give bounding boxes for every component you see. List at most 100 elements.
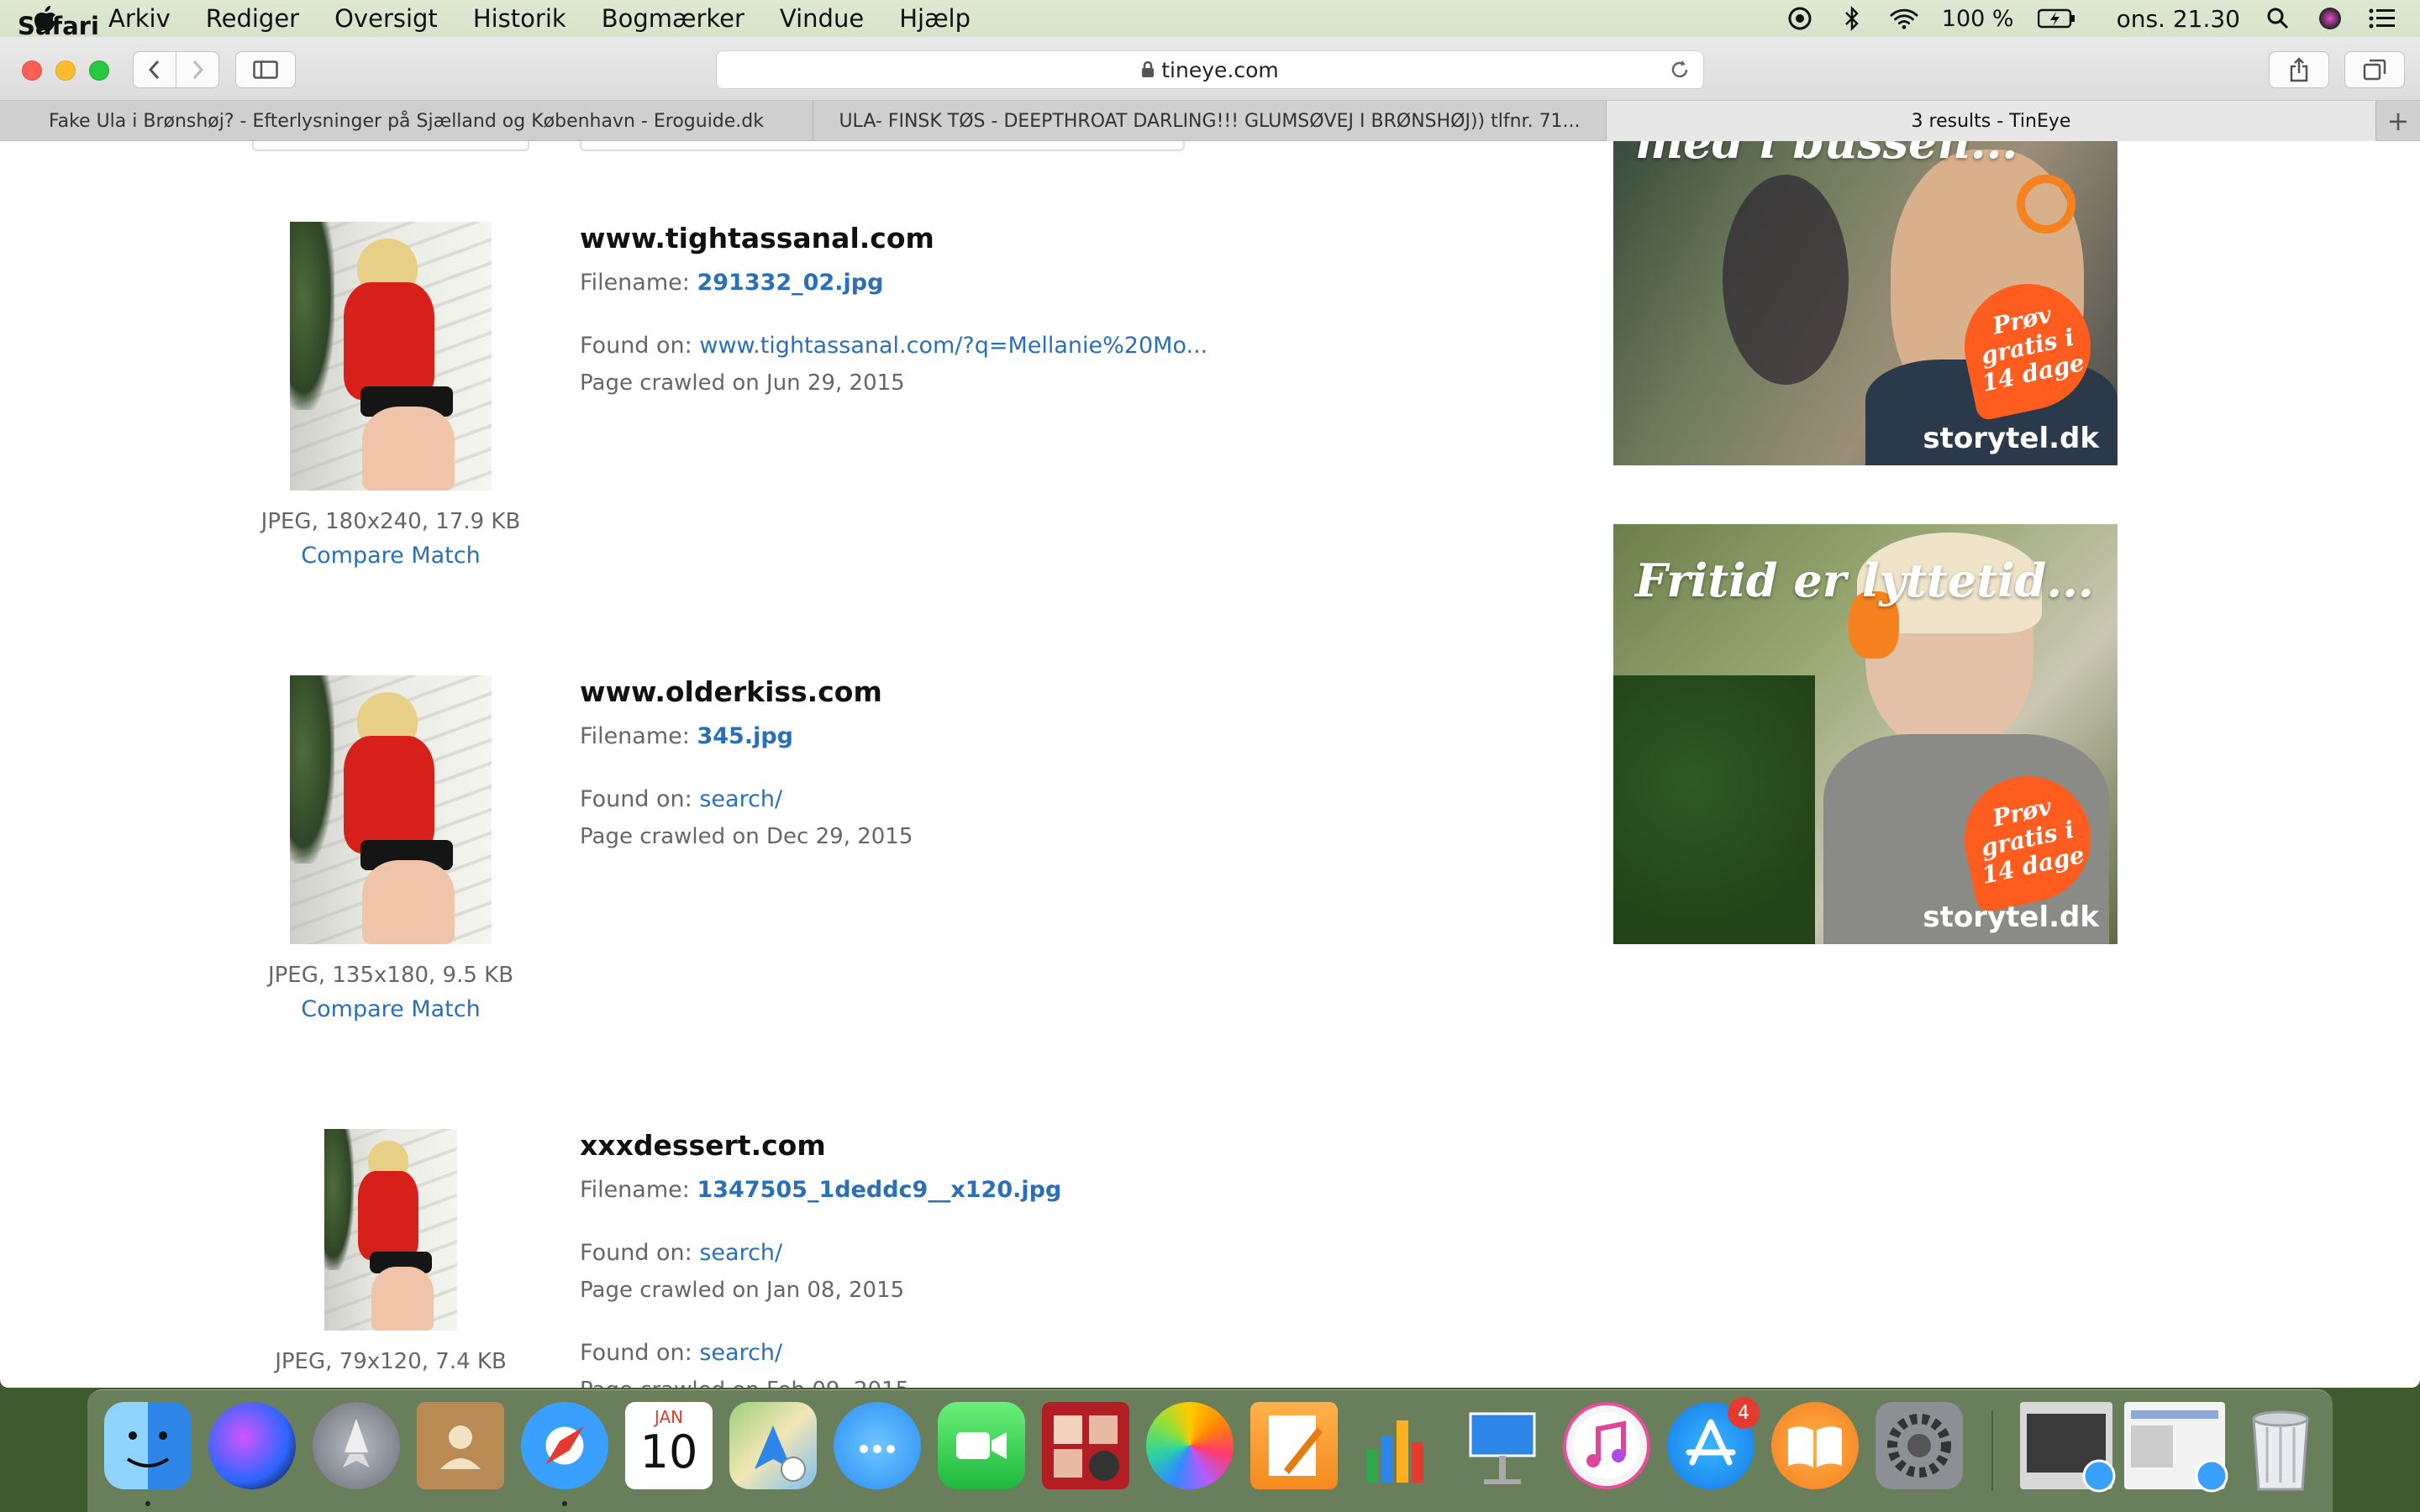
- found-on-link[interactable]: search/: [699, 1340, 782, 1366]
- app-store-icon[interactable]: 4: [1667, 1397, 1760, 1489]
- new-tab-button[interactable]: +: [2376, 101, 2420, 140]
- tab-title: Fake Ula i Brønshøj? - Efterlysninger på…: [48, 110, 765, 132]
- photos-icon[interactable]: [1146, 1402, 1234, 1489]
- storytel-ad-bus[interactable]: med i bussen... Prøv gratis i 14 dage st…: [1613, 141, 2118, 465]
- ad-headline: Fritid er lyttetid...: [1635, 554, 2094, 607]
- storytel-ad-fritid[interactable]: Fritid er lyttetid... Prøv gratis i 14 d…: [1613, 524, 2118, 944]
- notification-center-icon[interactable]: [2368, 4, 2396, 33]
- contacts-icon[interactable]: [417, 1402, 504, 1489]
- result-thumbnail[interactable]: [290, 222, 492, 491]
- result-info: xxxdessert.com Filename: 1347505_1deddc9…: [580, 1129, 1588, 1388]
- chevron-left-icon: [148, 60, 160, 80]
- battery-charging-icon[interactable]: [2037, 4, 2076, 33]
- result-thumbnail[interactable]: [324, 1129, 457, 1331]
- menu-arkiv[interactable]: Arkiv: [91, 4, 188, 33]
- found-on-link[interactable]: www.tightassanal.com/?q=Mellanie%20Mo...: [699, 333, 1207, 359]
- tabs-overview-icon: [2363, 59, 2386, 81]
- system-preferences-icon[interactable]: [1876, 1402, 1963, 1489]
- siri-menu-icon[interactable]: [2316, 4, 2344, 33]
- minimized-window-video[interactable]: [2020, 1402, 2116, 1493]
- result-thumb-column: JPEG, 79x120, 7.4 KB: [252, 1129, 529, 1374]
- share-icon: [2290, 57, 2308, 82]
- menu-bogmaerker[interactable]: Bogmærker: [584, 4, 762, 33]
- web-page: JPEG, 180x240, 17.9 KB Compare Match www…: [0, 141, 2420, 1388]
- address-bar[interactable]: tineye.com: [716, 50, 1704, 89]
- launchpad-icon[interactable]: [313, 1402, 400, 1489]
- sidebar-toggle-button[interactable]: [235, 51, 296, 88]
- reload-icon[interactable]: [1668, 58, 1691, 81]
- menu-clock[interactable]: ons. 21.30: [2117, 5, 2240, 33]
- finder-icon[interactable]: [104, 1402, 192, 1489]
- minimized-window-tineye[interactable]: [2124, 1402, 2228, 1493]
- found-on-label: Found on:: [580, 1340, 692, 1366]
- filter-input[interactable]: [580, 141, 1185, 151]
- tab-tineye[interactable]: 3 results - TinEye: [1607, 101, 2376, 141]
- menu-rediger[interactable]: Rediger: [188, 4, 317, 33]
- menu-hjaelp[interactable]: Hjælp: [881, 4, 988, 33]
- safari-badge-icon: [2195, 1459, 2228, 1493]
- sidebar-icon: [253, 60, 278, 79]
- crawl-date: Page crawled on Feb 09, 2015: [580, 1378, 1588, 1388]
- menu-vindue[interactable]: Vindue: [762, 4, 881, 33]
- show-all-tabs-button[interactable]: [2344, 51, 2405, 88]
- sort-select[interactable]: [252, 141, 529, 151]
- minimize-window-button[interactable]: [55, 60, 76, 81]
- dock: JAN 10 4: [87, 1389, 2333, 1512]
- filename-link[interactable]: 1347505_1deddc9__x120.jpg: [697, 1177, 1061, 1203]
- compare-match-link[interactable]: Compare Match: [301, 543, 480, 569]
- lock-icon: [1142, 61, 1155, 77]
- found-on-link[interactable]: search/: [699, 786, 782, 812]
- tab-title: ULA- FINSK TØS - DEEPTHROAT DARLING!!! G…: [839, 110, 1581, 132]
- itunes-icon[interactable]: [1563, 1402, 1650, 1489]
- safari-icon[interactable]: [521, 1402, 608, 1489]
- filename-link[interactable]: 291332_02.jpg: [697, 270, 883, 296]
- result-site: www.tightassanal.com: [580, 222, 934, 255]
- ad-headline: med i bussen...: [1635, 141, 2018, 169]
- result-site: www.olderkiss.com: [580, 675, 882, 708]
- address-url: tineye.com: [1161, 57, 1279, 82]
- forward-button[interactable]: [176, 51, 219, 88]
- filename-label: Filename:: [580, 1177, 690, 1203]
- calendar-icon[interactable]: JAN 10: [625, 1402, 713, 1489]
- photo-booth-icon[interactable]: [1042, 1402, 1129, 1489]
- result-thumbnail[interactable]: [290, 675, 492, 944]
- running-indicator: [562, 1501, 567, 1506]
- bluetooth-icon[interactable]: [1838, 4, 1866, 33]
- pages-icon[interactable]: [1250, 1402, 1338, 1489]
- messages-icon[interactable]: [834, 1402, 921, 1489]
- wifi-icon[interactable]: [1890, 4, 1918, 33]
- maps-icon[interactable]: [729, 1402, 817, 1489]
- result-info: www.tightassanal.com Filename: 291332_02…: [580, 222, 1588, 396]
- trash-icon[interactable]: [2237, 1402, 2324, 1491]
- app-store-update-badge: 4: [1728, 1397, 1760, 1429]
- ibooks-icon[interactable]: [1771, 1402, 1859, 1489]
- result-info: www.olderkiss.com Filename: 345.jpg Foun…: [580, 675, 1588, 849]
- dock-separator: [1991, 1410, 1993, 1491]
- crawl-date: Page crawled on Jan 08, 2015: [580, 1278, 905, 1303]
- filename-link[interactable]: 345.jpg: [697, 723, 793, 749]
- spotlight-search-icon[interactable]: [2264, 4, 2292, 33]
- vpn-icon[interactable]: [1786, 4, 1814, 33]
- calendar-day: 10: [639, 1425, 698, 1478]
- keynote-icon[interactable]: [1459, 1402, 1546, 1489]
- close-window-button[interactable]: [22, 60, 42, 81]
- filename-label: Filename:: [580, 723, 690, 749]
- tab-ula[interactable]: ULA- FINSK TØS - DEEPTHROAT DARLING!!! G…: [813, 101, 1607, 141]
- found-on-link[interactable]: search/: [699, 1240, 782, 1266]
- chevron-right-icon: [192, 60, 204, 80]
- crawl-date: Page crawled on Dec 29, 2015: [580, 824, 913, 849]
- share-button[interactable]: [2269, 51, 2329, 88]
- crawl-date: Page crawled on Jun 29, 2015: [580, 370, 905, 396]
- found-on-label: Found on:: [580, 333, 692, 359]
- thumbnail-meta: JPEG, 79x120, 7.4 KB: [275, 1349, 507, 1374]
- facetime-icon[interactable]: [938, 1402, 1025, 1489]
- menu-historik[interactable]: Historik: [455, 4, 584, 33]
- tab-title: 3 results - TinEye: [1911, 110, 2071, 132]
- back-button[interactable]: [133, 51, 176, 88]
- zoom-window-button[interactable]: [89, 60, 109, 81]
- menu-oversigt[interactable]: Oversigt: [317, 4, 455, 33]
- numbers-icon[interactable]: [1355, 1402, 1442, 1489]
- tab-eroguide[interactable]: Fake Ula i Brønshøj? - Efterlysninger på…: [0, 101, 813, 141]
- compare-match-link[interactable]: Compare Match: [301, 996, 480, 1022]
- siri-icon[interactable]: [208, 1402, 296, 1489]
